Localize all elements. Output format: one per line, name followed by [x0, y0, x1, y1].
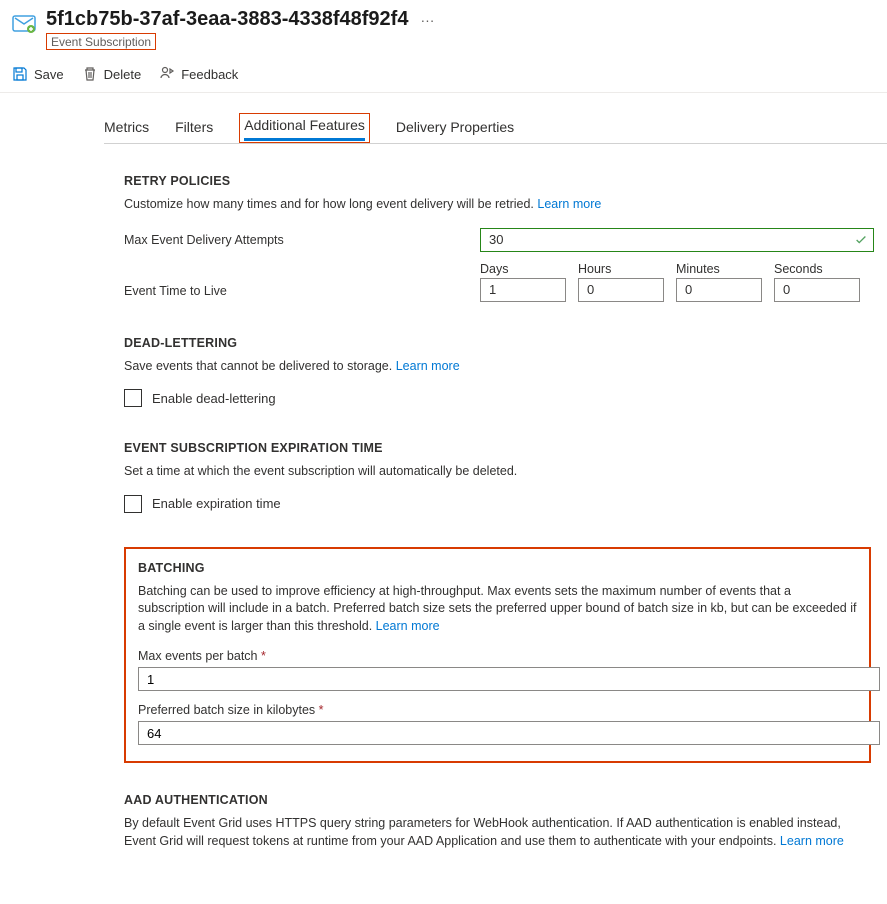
- retry-learn-more[interactable]: Learn more: [537, 197, 601, 211]
- deadletter-desc: Save events that cannot be delivered to …: [124, 359, 392, 373]
- delete-icon: [82, 66, 98, 82]
- deadletter-checkbox-label: Enable dead-lettering: [152, 391, 276, 406]
- max-attempts-label: Max Event Delivery Attempts: [124, 233, 480, 247]
- ttl-label: Event Time to Live: [124, 284, 480, 302]
- pref-size-label: Preferred batch size in kilobytes: [138, 703, 315, 717]
- minutes-input[interactable]: [676, 278, 762, 302]
- tab-filters[interactable]: Filters: [175, 113, 213, 143]
- required-marker: *: [319, 703, 324, 717]
- save-button[interactable]: Save: [12, 66, 64, 82]
- delete-button[interactable]: Delete: [82, 66, 142, 82]
- save-label: Save: [34, 67, 64, 82]
- feedback-button[interactable]: Feedback: [159, 66, 238, 82]
- max-events-input[interactable]: [138, 667, 880, 691]
- hours-label: Hours: [578, 262, 664, 276]
- feedback-icon: [159, 66, 175, 82]
- batching-desc: Batching can be used to improve efficien…: [138, 584, 856, 633]
- pref-size-input[interactable]: [138, 721, 880, 745]
- aad-title: AAD AUTHENTICATION: [124, 793, 871, 807]
- deadletter-checkbox[interactable]: [124, 389, 142, 407]
- tab-metrics[interactable]: Metrics: [104, 113, 149, 143]
- tab-delivery-properties[interactable]: Delivery Properties: [396, 113, 514, 143]
- minutes-label: Minutes: [676, 262, 762, 276]
- expiration-title: EVENT SUBSCRIPTION EXPIRATION TIME: [124, 441, 871, 455]
- batching-title: BATCHING: [138, 561, 857, 575]
- aad-desc: By default Event Grid uses HTTPS query s…: [124, 816, 841, 848]
- hours-input[interactable]: [578, 278, 664, 302]
- seconds-label: Seconds: [774, 262, 860, 276]
- tab-additional-features[interactable]: Additional Features: [239, 113, 370, 143]
- expiration-desc: Set a time at which the event subscripti…: [124, 463, 871, 481]
- days-label: Days: [480, 262, 566, 276]
- resource-type-label: Event Subscription: [51, 35, 151, 49]
- save-icon: [12, 66, 28, 82]
- expiration-checkbox[interactable]: [124, 495, 142, 513]
- required-marker: *: [261, 649, 266, 663]
- deadletter-learn-more[interactable]: Learn more: [396, 359, 460, 373]
- deadletter-title: DEAD-LETTERING: [124, 336, 871, 350]
- expiration-checkbox-label: Enable expiration time: [152, 496, 281, 511]
- max-events-label: Max events per batch: [138, 649, 258, 663]
- aad-learn-more[interactable]: Learn more: [780, 834, 844, 848]
- max-attempts-input[interactable]: [480, 228, 874, 252]
- retry-title: RETRY POLICIES: [124, 174, 871, 188]
- batching-learn-more[interactable]: Learn more: [376, 619, 440, 633]
- tab-additional-label: Additional Features: [244, 117, 365, 141]
- retry-desc: Customize how many times and for how lon…: [124, 197, 534, 211]
- more-actions[interactable]: ···: [420, 12, 434, 28]
- feedback-label: Feedback: [181, 67, 238, 82]
- delete-label: Delete: [104, 67, 142, 82]
- page-title: 5f1cb75b-37af-3eaa-3883-4338f48f92f4: [46, 8, 408, 31]
- valid-check-icon: [854, 233, 868, 247]
- seconds-input[interactable]: [774, 278, 860, 302]
- event-subscription-icon: [12, 12, 36, 36]
- tabs: Metrics Filters Additional Features Deli…: [104, 113, 887, 144]
- days-input[interactable]: [480, 278, 566, 302]
